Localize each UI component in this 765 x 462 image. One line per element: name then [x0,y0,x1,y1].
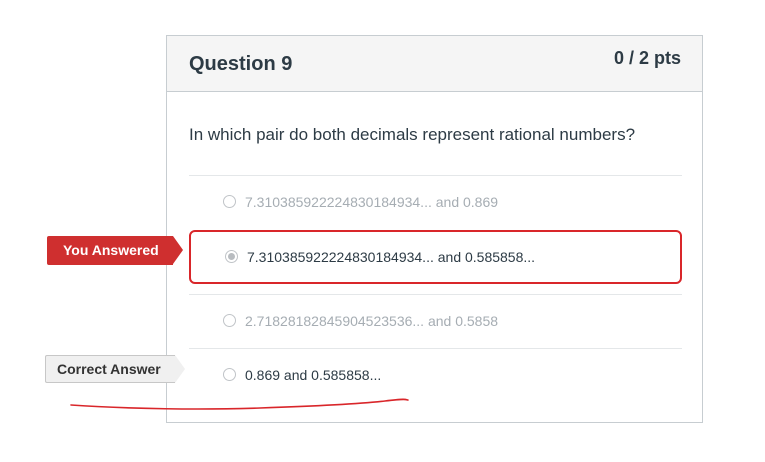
radio-button-1[interactable] [223,195,236,208]
you-answered-flag: You Answered [47,236,183,265]
radio-button-2[interactable] [225,250,238,263]
answer-option-2[interactable]: 7.31038592222483018493​4... and 0.585858… [189,230,682,284]
question-prompt: In which pair do both decimals represent… [189,125,636,144]
question-header: Question 9 0 / 2 pts [167,36,702,92]
radio-button-4[interactable] [223,368,236,381]
answer-text-2: 7.31038592222483018493​4... and 0.585858… [247,249,536,265]
radio-button-3[interactable] [223,314,236,327]
question-card: Question 9 0 / 2 pts In which pair do bo… [166,35,703,423]
correct-answer-flag: Correct Answer [45,355,185,383]
answer-text-1: 7.31038592222483018493​4... and 0.869 [245,194,499,210]
question-title: Question 9 [189,53,293,75]
answer-text-4: 0.869 and 0.585858... [245,367,382,383]
answer-text-3: 2.71828182845904523536... and 0.5858 [245,313,499,329]
answer-option-4[interactable]: 0.869 and 0.585858... [189,349,682,403]
question-points: 0 / 2 pts [613,48,681,68]
answer-option-3[interactable]: 2.71828182845904523536... and 0.5858 [189,295,682,349]
answer-option-1[interactable]: 7.31038592222483018493​4... and 0.869 [189,176,682,230]
quiz-results-view: Question 9 0 / 2 pts In which pair do bo… [0,0,765,462]
